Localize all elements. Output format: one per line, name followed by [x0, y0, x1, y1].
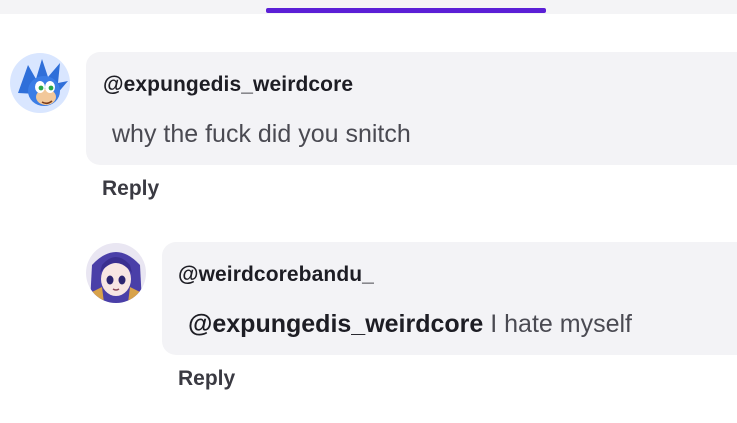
avatar-sonic-icon: [10, 53, 70, 113]
avatar[interactable]: [86, 243, 146, 303]
comment-bubble: @expungedis_weirdcore why the fuck did y…: [86, 52, 737, 165]
reply-button[interactable]: Reply: [178, 367, 235, 391]
comment-thread: @expungedis_weirdcore why the fuck did y…: [0, 0, 737, 423]
active-tab-indicator: [266, 8, 546, 13]
avatar-anime-girl-icon: [86, 243, 146, 303]
mention-link[interactable]: @expungedis_weirdcore: [188, 310, 483, 338]
avatar[interactable]: [10, 53, 70, 113]
comment-text-body: I hate myself: [483, 310, 632, 338]
comment-username[interactable]: @expungedis_weirdcore: [103, 73, 353, 97]
comment-bubble: @weirdcorebandu_ @expungedis_weirdcore I…: [162, 242, 737, 355]
comment-text: @expungedis_weirdcore I hate myself: [188, 310, 632, 339]
comment-text: why the fuck did you snitch: [112, 120, 411, 148]
reply-button[interactable]: Reply: [102, 177, 159, 201]
comment-username[interactable]: @weirdcorebandu_: [178, 263, 374, 287]
